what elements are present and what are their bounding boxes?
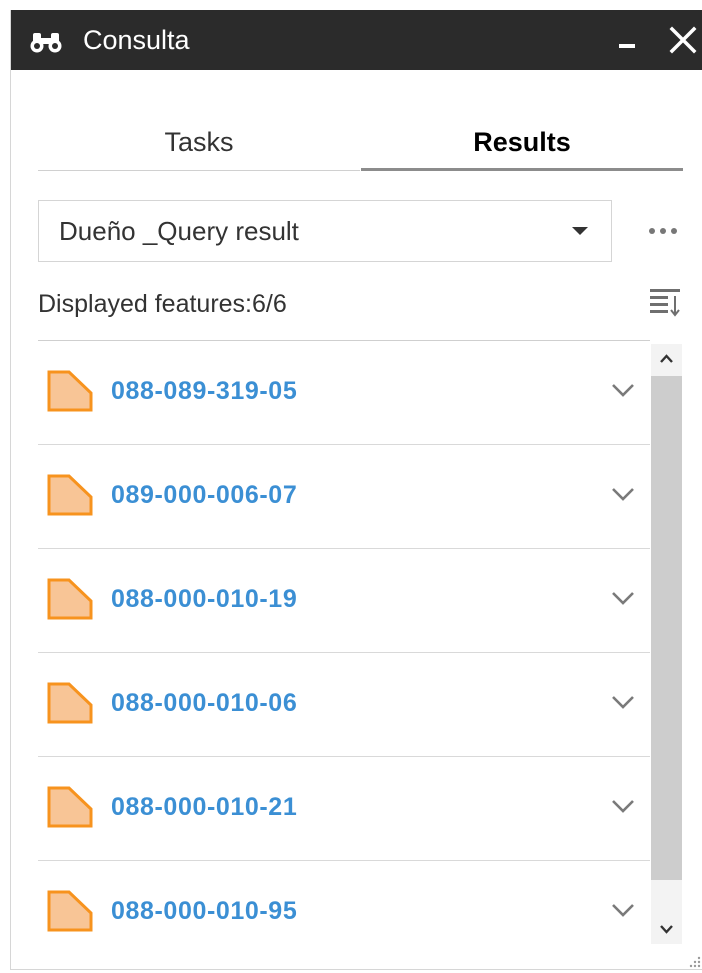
- query-panel: Consulta Tasks Results Dueño _Query resu…: [10, 10, 702, 970]
- result-item-label[interactable]: 088-000-010-21: [111, 791, 297, 823]
- chevron-down-icon[interactable]: [608, 899, 638, 921]
- polygon-icon: [47, 474, 93, 516]
- tab-results[interactable]: Results: [361, 124, 683, 171]
- displayed-features-count: Displayed features:6/6: [38, 290, 287, 318]
- layer-select-value: Dueño _Query result: [59, 216, 299, 246]
- chevron-down-icon[interactable]: [608, 691, 638, 713]
- polygon-icon: [47, 786, 93, 828]
- panel-titlebar[interactable]: Consulta: [11, 10, 702, 70]
- chevron-down-icon[interactable]: [608, 379, 638, 401]
- tab-bar: Tasks Results: [38, 124, 683, 172]
- layer-select[interactable]: Dueño _Query result: [38, 200, 612, 262]
- resize-grip-icon[interactable]: [687, 954, 701, 968]
- more-options-button[interactable]: [643, 216, 683, 246]
- close-icon: [669, 26, 697, 54]
- chevron-down-icon: [660, 925, 673, 934]
- chevron-down-icon[interactable]: [608, 587, 638, 609]
- result-item-label[interactable]: 088-000-010-95: [111, 895, 297, 927]
- scrollbar-thumb[interactable]: [651, 376, 682, 880]
- more-horizontal-icon: [649, 228, 677, 234]
- polygon-icon: [47, 578, 93, 620]
- binoculars-icon: [30, 33, 62, 53]
- tab-tasks[interactable]: Tasks: [38, 124, 360, 171]
- result-item[interactable]: 088-089-319-05: [38, 341, 650, 445]
- minimize-icon: [619, 44, 635, 48]
- results-scrollbar[interactable]: [651, 344, 682, 944]
- sort-icon: [650, 289, 680, 317]
- result-item[interactable]: 088-000-010-95: [38, 861, 650, 955]
- chevron-up-icon: [660, 354, 673, 363]
- result-item[interactable]: 088-000-010-06: [38, 653, 650, 757]
- result-item[interactable]: 088-000-010-19: [38, 549, 650, 653]
- result-item-label[interactable]: 088-089-319-05: [111, 375, 297, 407]
- scroll-up-button[interactable]: [651, 344, 682, 374]
- result-item[interactable]: 089-000-006-07: [38, 445, 650, 549]
- scroll-down-button[interactable]: [651, 914, 682, 944]
- minimize-button[interactable]: [609, 20, 645, 60]
- polygon-icon: [47, 682, 93, 724]
- result-item-label[interactable]: 088-000-010-19: [111, 583, 297, 615]
- chevron-down-icon[interactable]: [608, 795, 638, 817]
- caret-down-icon: [572, 227, 588, 235]
- sort-button[interactable]: [647, 284, 683, 320]
- result-item-label[interactable]: 088-000-010-06: [111, 687, 297, 719]
- polygon-icon: [47, 370, 93, 412]
- result-item-label[interactable]: 089-000-006-07: [111, 479, 297, 511]
- polygon-icon: [47, 890, 93, 932]
- close-button[interactable]: [665, 20, 701, 60]
- results-list: 088-089-319-05 089-000-006-07 088-000-01…: [38, 340, 650, 955]
- result-item[interactable]: 088-000-010-21: [38, 757, 650, 861]
- chevron-down-icon[interactable]: [608, 483, 638, 505]
- panel-title: Consulta: [83, 25, 190, 55]
